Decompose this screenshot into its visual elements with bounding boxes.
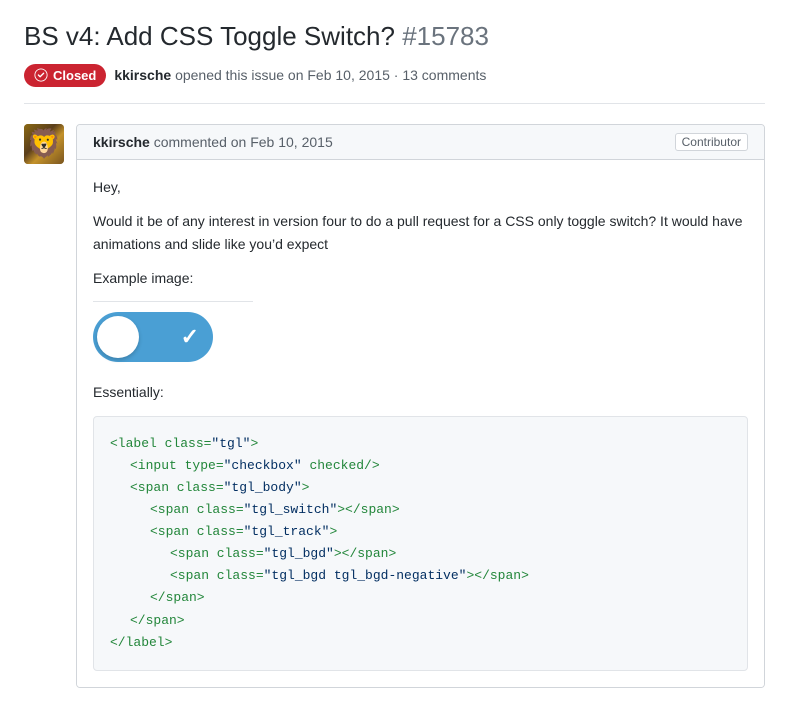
divider: [93, 301, 253, 302]
code-line-7: <span class="tgl_bgd tgl_bgd-negative"><…: [110, 565, 731, 587]
comment-header: kkirsche commented on Feb 10, 2015 Contr…: [77, 125, 764, 160]
contributor-badge: Contributor: [675, 133, 748, 151]
avatar: [24, 124, 64, 164]
example-label: Example image:: [93, 267, 748, 289]
toggle-knob: [97, 316, 139, 358]
code-line-4: <span class="tgl_switch"></span>: [110, 499, 731, 521]
comment-line2: Would it be of any interest in version f…: [93, 210, 748, 255]
code-line-3: <span class="tgl_body">: [110, 477, 731, 499]
code-block: <label class="tgl"> <input type="checkbo…: [93, 416, 748, 671]
comment-body: Hey, Would it be of any interest in vers…: [77, 160, 764, 687]
code-line-1: <label class="tgl">: [110, 436, 258, 451]
comment-header-meta: kkirsche commented on Feb 10, 2015: [93, 134, 333, 150]
code-line-10: </label>: [110, 635, 172, 650]
code-line-5: <span class="tgl_track">: [110, 521, 731, 543]
page-header: BS v4: Add CSS Toggle Switch? #15783 Clo…: [24, 20, 765, 104]
status-label: Closed: [53, 68, 96, 83]
closed-icon: [34, 68, 48, 82]
comment-box: kkirsche commented on Feb 10, 2015 Contr…: [76, 124, 765, 688]
comment-thread: kkirsche commented on Feb 10, 2015 Contr…: [24, 124, 765, 688]
page-container: BS v4: Add CSS Toggle Switch? #15783 Clo…: [24, 20, 765, 688]
code-line-2: <input type="checkbox" checked/>: [110, 455, 731, 477]
comment-wrapper: kkirsche commented on Feb 10, 2015 Contr…: [24, 124, 765, 688]
commenter-name[interactable]: kkirsche: [93, 134, 150, 150]
comment-line1: Hey,: [93, 176, 748, 198]
issue-author[interactable]: kkirsche: [114, 67, 171, 83]
issue-number: #15783: [402, 21, 489, 51]
issue-title-text: BS v4: Add CSS Toggle Switch?: [24, 21, 395, 51]
code-line-8: </span>: [110, 587, 731, 609]
issue-action: opened this issue on Feb 10, 2015 · 13 c…: [175, 67, 486, 83]
comment-date: Feb 10, 2015: [250, 134, 333, 150]
essentially-label: Essentially:: [93, 381, 748, 403]
toggle-image-container: ✓: [93, 312, 748, 365]
issue-title: BS v4: Add CSS Toggle Switch? #15783: [24, 20, 765, 54]
example-section: Example image: ✓: [93, 267, 748, 365]
status-badge: Closed: [24, 64, 106, 87]
code-line-9: </span>: [110, 610, 731, 632]
code-line-6: <span class="tgl_bgd"></span>: [110, 543, 731, 565]
issue-meta-text: kkirsche opened this issue on Feb 10, 20…: [114, 67, 486, 83]
issue-meta: Closed kkirsche opened this issue on Feb…: [24, 64, 765, 104]
toggle-checkmark: ✓: [181, 324, 199, 350]
avatar-image: [24, 124, 64, 164]
toggle-switch: ✓: [93, 312, 213, 362]
comment-action-text: commented on: [154, 134, 251, 150]
